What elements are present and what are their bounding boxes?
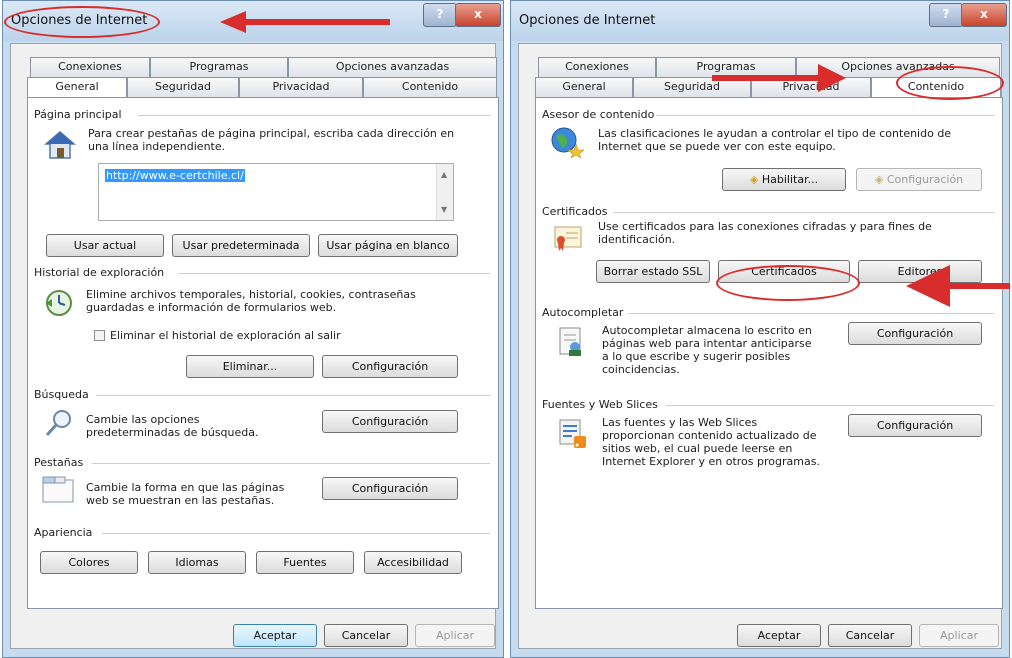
annotation-arrowhead-tab <box>818 64 846 92</box>
annotation-arrowhead-title <box>220 11 246 33</box>
annotation-circle-content-tab <box>896 66 1004 100</box>
annotation-arrowhead-cert <box>906 265 950 307</box>
annotation-circle-certificates <box>716 265 860 301</box>
annotation-arrows <box>220 11 1010 307</box>
